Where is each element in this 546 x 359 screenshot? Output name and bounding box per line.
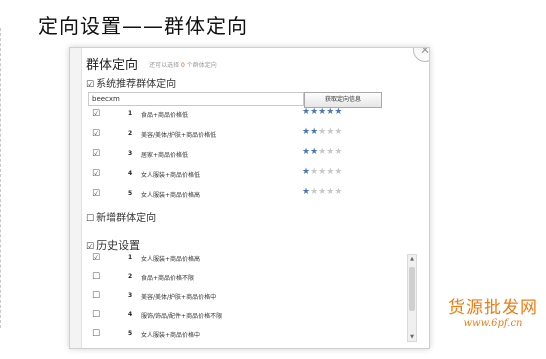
row-checkbox[interactable]: ☐ (92, 291, 100, 301)
star-filled-icon: ★ (302, 187, 311, 197)
star-empty-icon: ★ (310, 167, 319, 177)
history-row[interactable]: ☐ 2 食品+商品价格不限 (70, 271, 400, 285)
row-rank: 4 (128, 311, 133, 318)
star-filled-icon: ★ (302, 107, 311, 117)
row-checkbox[interactable]: ☐ (92, 272, 100, 282)
row-rank: 4 (128, 170, 133, 177)
close-icon[interactable]: ✕ (413, 48, 429, 62)
row-label: 食品+商品价格低 (141, 112, 189, 119)
row-rank: 5 (128, 190, 133, 197)
row-rank: 1 (128, 254, 133, 261)
scroll-thumb[interactable] (409, 267, 415, 311)
hint-suffix: 个群体定向 (186, 62, 217, 69)
row-checkbox[interactable]: ☐ (92, 329, 100, 339)
watermark-title: 货源批发网 (448, 298, 538, 318)
row-checkbox[interactable]: ☑ (92, 149, 100, 159)
history-row[interactable]: ☑ 1 女人服装+商品价格高 (70, 252, 400, 266)
row-label: 美容/美体/护肤+商品价格低 (141, 132, 217, 139)
row-checkbox[interactable]: ☑ (92, 189, 100, 199)
star-rating: ★★★★★ (302, 127, 342, 137)
dialog-title: 群体定向 (86, 58, 139, 73)
row-rank: 1 (128, 110, 133, 117)
star-rating: ★★★★★ (302, 167, 342, 177)
star-rating: ★★★★★ (302, 187, 342, 197)
recommend-row[interactable]: ☑ 3 居家+商品价格低 ★★★★★ (70, 147, 400, 162)
row-label: 女人服装+商品价格高 (141, 192, 201, 199)
slide-title: 定向设置——群体定向 (38, 14, 248, 38)
history-section-header[interactable]: ☑ 历史设置 (86, 237, 140, 253)
star-empty-icon: ★ (334, 167, 343, 177)
row-checkbox[interactable]: ☑ (92, 129, 100, 139)
history-checkbox[interactable]: ☑ (86, 242, 94, 252)
row-label: 居家+商品价格低 (141, 152, 189, 159)
star-empty-icon: ★ (334, 187, 343, 197)
group-targeting-dialog: ✕ 群体定向 还可以选择 0 个群体定向 ☑系统推荐群体定向 获取定向信息 ☑1… (69, 47, 430, 349)
dialog-header: 群体定向 还可以选择 0 个群体定向 (86, 54, 217, 73)
star-filled-icon: ★ (334, 107, 343, 117)
hint-count: 0 (181, 62, 185, 69)
recommend-row[interactable]: ☑ 5 女人服装+商品价格高 ★★★★★ (70, 187, 400, 202)
new-group-checkbox[interactable]: ☐ (86, 214, 94, 224)
search-input[interactable] (88, 92, 304, 106)
scroll-up-icon[interactable]: ▲ (408, 255, 416, 263)
star-filled-icon: ★ (302, 147, 311, 157)
watermark: 货源批发网 www.6pf.cn (448, 293, 538, 329)
left-divider (0, 28, 3, 328)
history-row[interactable]: ☐ 3 美容/美体/护肤+商品价格中 (70, 290, 400, 304)
row-checkbox[interactable]: ☐ (92, 310, 100, 320)
star-filled-icon: ★ (310, 127, 319, 137)
history-scrollbar[interactable]: ▲ ▼ (407, 254, 417, 342)
row-label: 女人服装+商品价格中 (141, 332, 201, 339)
recommend-label: 系统推荐群体定向 (96, 79, 177, 90)
star-filled-icon: ★ (310, 107, 319, 117)
star-empty-icon: ★ (334, 127, 343, 137)
row-rank: 3 (128, 292, 133, 299)
recommend-section-header[interactable]: ☑ 系统推荐群体定向 (86, 75, 176, 90)
history-row[interactable]: ☐ 5 女人服装+商品价格中 (70, 328, 400, 342)
row-label: 女人服装+商品价格高 (141, 256, 201, 263)
row-checkbox[interactable]: ☑ (92, 253, 100, 263)
scroll-down-icon[interactable]: ▼ (408, 333, 416, 341)
star-rating: ★★★★★ (302, 147, 342, 157)
watermark-url: www.6pf.cn (463, 318, 523, 329)
hint-prefix: 还可以选择 (149, 62, 180, 69)
dialog-hint: 还可以选择 0 个群体定向 (149, 62, 217, 69)
recommend-checkbox[interactable]: ☑ (86, 80, 94, 90)
fetch-targeting-button[interactable]: 获取定向信息 (304, 92, 382, 108)
row-rank: 2 (128, 273, 133, 280)
new-group-section-header[interactable]: ☐ 新增群体定向 (86, 209, 156, 224)
history-row[interactable]: ☐ 4 服饰/饰品/配件+商品价格不限 (70, 309, 400, 323)
star-rating: ★★★★★ (302, 107, 342, 117)
row-rank: 5 (128, 330, 133, 337)
star-filled-icon: ★ (310, 147, 319, 157)
star-filled-icon: ★ (302, 127, 311, 137)
star-empty-icon: ★ (310, 187, 319, 197)
row-label: 服饰/饰品/配件+商品价格不限 (141, 313, 223, 320)
row-checkbox[interactable]: ☑ (92, 169, 100, 179)
recommend-row[interactable]: ☑ 4 女人服装+商品价格低 ★★★★★ (70, 167, 400, 182)
history-label: 历史设置 (96, 239, 141, 252)
row-label: 女人服装+商品价格低 (141, 172, 201, 179)
row-checkbox[interactable]: ☑ (92, 109, 100, 119)
recommend-row[interactable]: ☑ 2 美容/美体/护肤+商品价格低 ★★★★★ (70, 127, 400, 142)
row-rank: 3 (128, 150, 133, 157)
row-rank: 2 (128, 130, 133, 137)
star-empty-icon: ★ (334, 147, 343, 157)
star-filled-icon: ★ (302, 167, 311, 177)
new-group-label: 新增群体定向 (96, 213, 157, 224)
row-label: 食品+商品价格不限 (141, 275, 195, 282)
row-label: 美容/美体/护肤+商品价格中 (141, 294, 217, 301)
recommend-row[interactable]: ☑ 1 食品+商品价格低 ★★★★★ (70, 107, 400, 122)
